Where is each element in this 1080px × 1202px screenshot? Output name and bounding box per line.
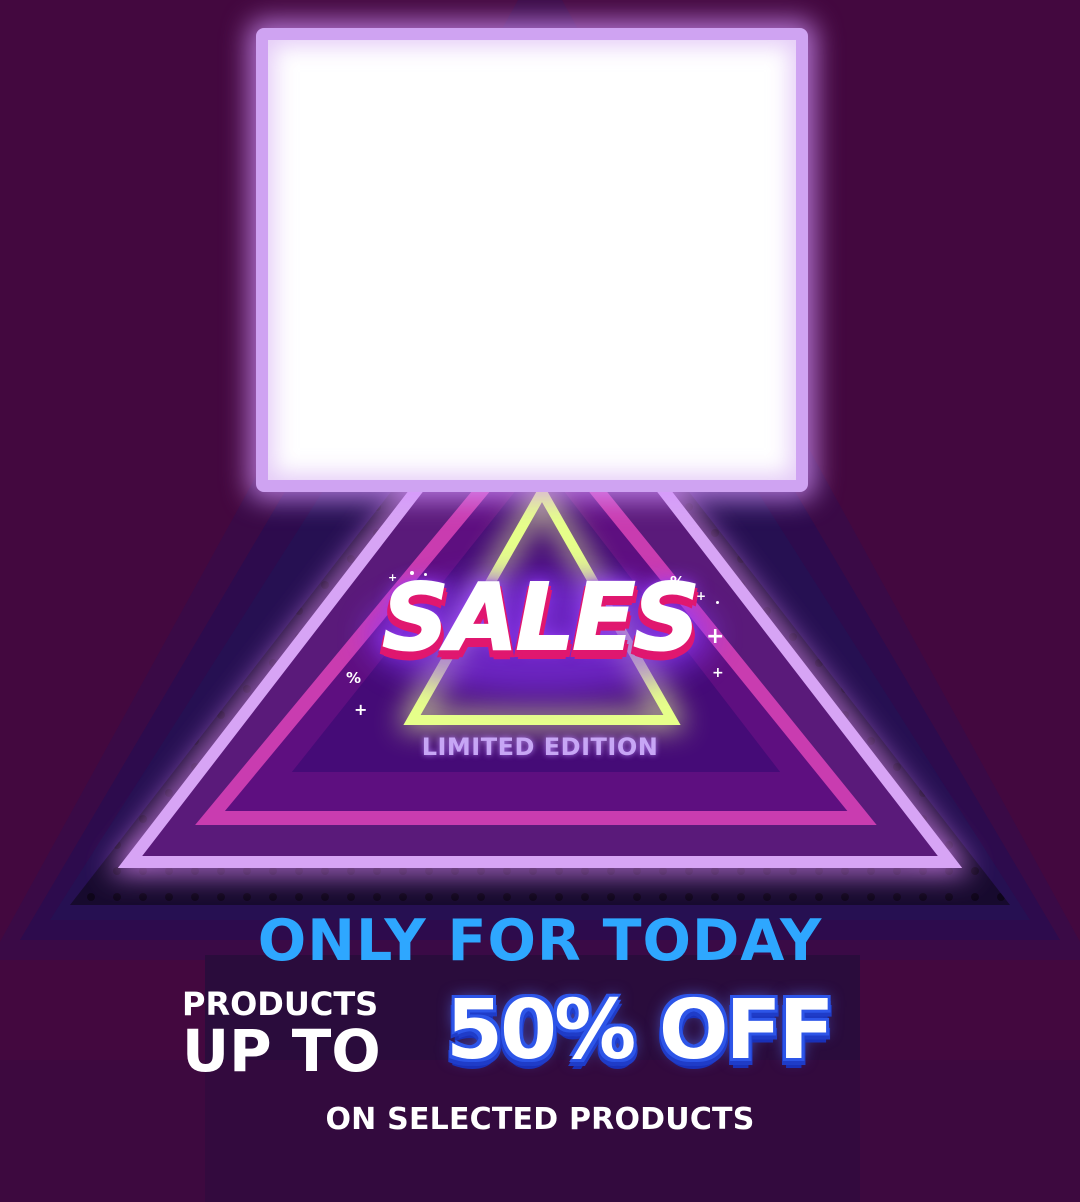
only-for-today-headline: ONLY FOR TODAY	[257, 908, 823, 974]
dot-icon	[424, 573, 427, 576]
plus-icon: +	[354, 700, 368, 719]
up-to-label: UP TO	[182, 1017, 381, 1085]
plus-icon: +	[712, 665, 724, 681]
selected-products-footnote: ON SELECTED PRODUCTS	[325, 1102, 755, 1137]
products-label: PRODUCTS	[182, 985, 379, 1023]
photo-placeholder-frame	[256, 28, 808, 492]
percent-icon: %	[670, 573, 686, 591]
discount-badge: 50% OFF	[446, 983, 835, 1078]
limited-edition-label: LIMITED EDITION	[421, 733, 659, 761]
plus-icon: +	[696, 589, 707, 603]
sales-title: SALES	[381, 564, 700, 671]
dot-icon	[716, 601, 719, 604]
plus-icon: +	[388, 571, 398, 584]
plus-icon: +	[706, 624, 725, 649]
dot-icon	[410, 571, 414, 575]
percent-icon: %	[346, 669, 362, 687]
